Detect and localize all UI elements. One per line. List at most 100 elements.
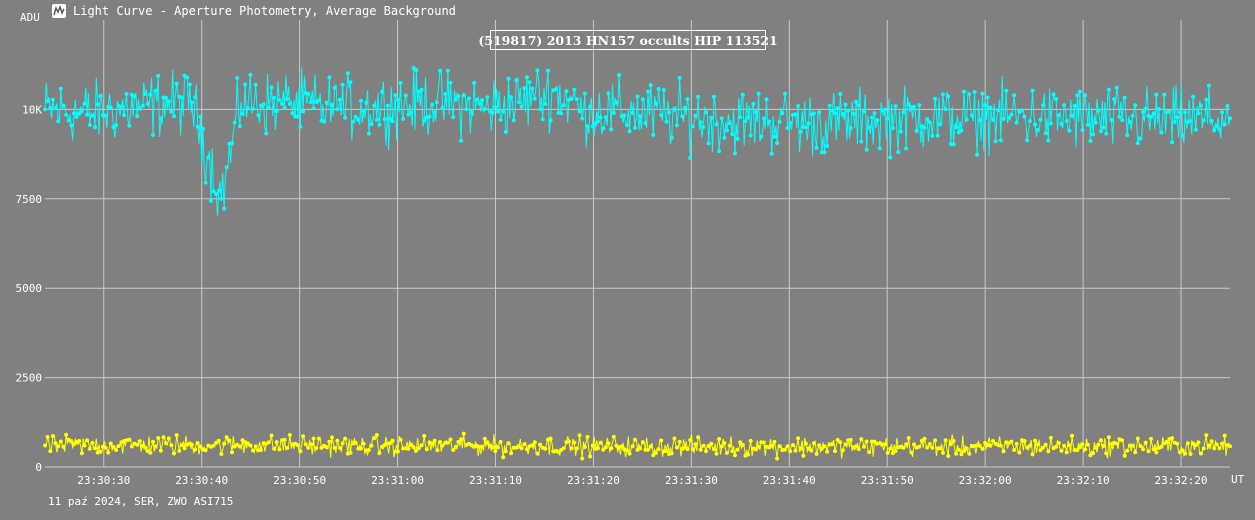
target-data-point: [311, 106, 316, 111]
target-data-point: [348, 80, 353, 85]
target-data-point: [941, 92, 945, 97]
background-data-point: [1043, 442, 1048, 447]
background-data-point: [287, 433, 292, 437]
target-data-point: [983, 103, 988, 108]
target-data-point: [1072, 103, 1077, 108]
background-data-point: [493, 449, 498, 453]
target-data-point: [559, 111, 564, 116]
background-data-point: [801, 453, 806, 458]
background-data-point: [1120, 438, 1124, 443]
target-data-point: [1204, 97, 1209, 102]
target-data-point: [1196, 111, 1201, 116]
window-title: Light Curve - Aperture Photometry, Avera…: [73, 4, 456, 18]
light-curve-icon[interactable]: [52, 4, 66, 18]
target-data-point: [1043, 131, 1048, 136]
target-data-point: [253, 82, 258, 87]
background-data-point: [609, 446, 614, 451]
target-data-point: [201, 126, 205, 131]
target-data-point: [585, 124, 590, 129]
target-data-point: [427, 114, 432, 119]
target-data-point: [514, 78, 519, 83]
background-data-point: [717, 437, 722, 441]
target-data-point: [524, 75, 529, 80]
target-data-point: [140, 103, 145, 108]
target-data-point: [1020, 108, 1024, 113]
target-data-point: [864, 147, 869, 152]
target-data-point: [445, 68, 450, 73]
background-data-point: [153, 444, 158, 449]
target-data-point: [398, 80, 403, 85]
target-data-point: [1054, 97, 1059, 101]
target-data-point: [393, 93, 398, 98]
background-data-point: [172, 451, 176, 456]
target-data-point: [996, 108, 1001, 113]
target-data-point: [166, 99, 171, 104]
background-data-point: [843, 442, 848, 447]
target-data-point: [361, 108, 366, 113]
background-data-point: [830, 442, 835, 447]
target-data-point: [817, 110, 822, 115]
target-data-point: [988, 105, 993, 110]
background-data-point: [127, 437, 132, 442]
background-data-point: [988, 443, 993, 448]
background-data-point: [195, 441, 200, 446]
target-data-point: [482, 107, 487, 111]
target-data-point: [1193, 127, 1198, 132]
background-data-point: [222, 441, 227, 446]
target-data-point: [464, 107, 469, 112]
target-data-point: [256, 113, 261, 118]
background-data-point: [406, 446, 411, 451]
background-data-point: [956, 447, 961, 452]
background-data-point: [532, 440, 537, 445]
target-data-point: [1133, 103, 1138, 108]
target-data-point: [1201, 118, 1206, 123]
target-data-point: [58, 86, 63, 91]
footer-info: 11 paź 2024, SER, ZWO ASI715: [48, 495, 234, 508]
background-data-point: [216, 438, 221, 443]
background-data-point: [1138, 444, 1143, 448]
target-data-point: [896, 150, 901, 154]
target-data-point: [66, 118, 71, 123]
background-data-point: [50, 434, 55, 438]
target-data-point: [208, 198, 213, 203]
x-axis-label: UT: [1231, 473, 1245, 486]
target-data-point: [680, 114, 685, 119]
target-data-point: [893, 104, 898, 109]
background-data-point: [269, 433, 274, 438]
target-data-point: [1038, 117, 1043, 122]
target-data-point: [930, 133, 935, 138]
chart-title: (519817) 2013 HN157 occults HIP 113521: [478, 30, 778, 50]
target-data-point: [214, 192, 219, 196]
target-data-point: [933, 96, 938, 101]
target-data-point: [1162, 92, 1167, 97]
x-tick-label: 23:30:50: [273, 474, 326, 487]
light-curve-chart: 0 2500 5000 7500 10K 23:30:30 23:30:40 23:30:50…: [16, 20, 1232, 487]
target-data-point: [385, 103, 390, 108]
background-data-point: [309, 442, 313, 447]
target-data-point: [1091, 132, 1096, 137]
background-data-point: [490, 445, 495, 450]
target-data-point: [143, 92, 148, 96]
x-tick-label: 23:31:30: [665, 474, 718, 487]
target-data-point: [785, 126, 790, 130]
target-data-point: [1112, 97, 1117, 101]
background-data-point: [1180, 448, 1185, 453]
background-data-point: [1143, 440, 1148, 445]
target-data-point: [1217, 127, 1222, 132]
target-data-point: [764, 97, 769, 102]
target-data-point: [164, 95, 169, 100]
background-data-point: [495, 445, 500, 450]
target-data-point: [846, 108, 851, 113]
background-data-point: [461, 431, 466, 436]
target-data-point: [1080, 128, 1085, 132]
background-data-point: [332, 445, 337, 450]
background-data-point: [709, 441, 714, 446]
background-data-point: [859, 437, 864, 442]
background-data-point: [698, 447, 703, 452]
background-data-point: [398, 437, 403, 442]
target-data-point: [1001, 116, 1006, 121]
background-data-point: [411, 445, 416, 450]
target-data-point: [1109, 117, 1114, 122]
background-data-point: [904, 442, 909, 447]
background-data-point: [1033, 438, 1038, 443]
